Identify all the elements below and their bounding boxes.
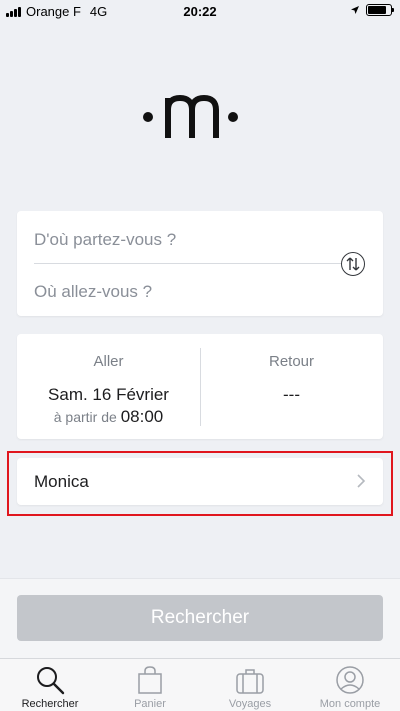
passenger-name: Monica xyxy=(34,472,89,491)
outbound-time: 08:00 xyxy=(120,407,164,426)
route-divider xyxy=(34,263,353,264)
passenger-row[interactable]: Monica xyxy=(17,458,383,505)
tab-label: Rechercher xyxy=(21,698,79,710)
location-arrow-icon xyxy=(351,6,359,14)
outbound-heading: Aller xyxy=(93,353,124,370)
return-heading: Retour xyxy=(268,353,315,370)
battery-icon xyxy=(366,4,394,16)
dates-card: Aller Sam. 16 Février à partir de 08:00 … xyxy=(17,334,383,439)
outbound-date: Sam. 16 Février xyxy=(48,385,169,404)
outbound-time-prefix: à partir de xyxy=(53,409,117,425)
status-time: 20:22 xyxy=(183,4,217,19)
tab-panier[interactable]: Panier xyxy=(100,659,200,711)
app-logo xyxy=(0,88,400,148)
battery-fill xyxy=(368,6,386,14)
outbound-time-line: à partir de 08:00 xyxy=(17,407,200,427)
swap-button[interactable] xyxy=(341,252,365,276)
mlogo-icon xyxy=(143,94,238,138)
route-card: D'où partez-vous ? Où allez-vous ? xyxy=(17,211,383,316)
tab-rechercher[interactable]: Rechercher xyxy=(0,659,100,711)
return-value: --- xyxy=(283,385,300,404)
chevron-right-icon xyxy=(357,474,366,488)
bag-icon xyxy=(138,666,162,694)
search-icon xyxy=(37,667,65,695)
tab-mon-compte[interactable]: Mon compte xyxy=(300,659,400,711)
search-button[interactable]: Rechercher xyxy=(17,595,383,641)
suitcase-icon xyxy=(236,669,264,694)
outbound-date-button[interactable]: Aller Sam. 16 Février à partir de 08:00 xyxy=(17,334,200,439)
status-bar: Orange F 4G 20:22 xyxy=(0,0,400,22)
departure-field[interactable]: D'où partez-vous ? xyxy=(34,230,176,250)
tab-label: Panier xyxy=(134,698,166,710)
user-icon xyxy=(336,666,364,694)
arrival-field[interactable]: Où allez-vous ? xyxy=(34,282,152,302)
tab-label: Voyages xyxy=(228,698,272,710)
tab-bar: Rechercher Panier Voyages Mon compte xyxy=(0,658,400,711)
return-date-button[interactable]: Retour --- xyxy=(200,334,383,439)
tab-label: Mon compte xyxy=(319,698,381,710)
tab-voyages[interactable]: Voyages xyxy=(200,659,300,711)
swap-arrows-icon xyxy=(346,257,360,271)
status-right xyxy=(350,4,394,16)
